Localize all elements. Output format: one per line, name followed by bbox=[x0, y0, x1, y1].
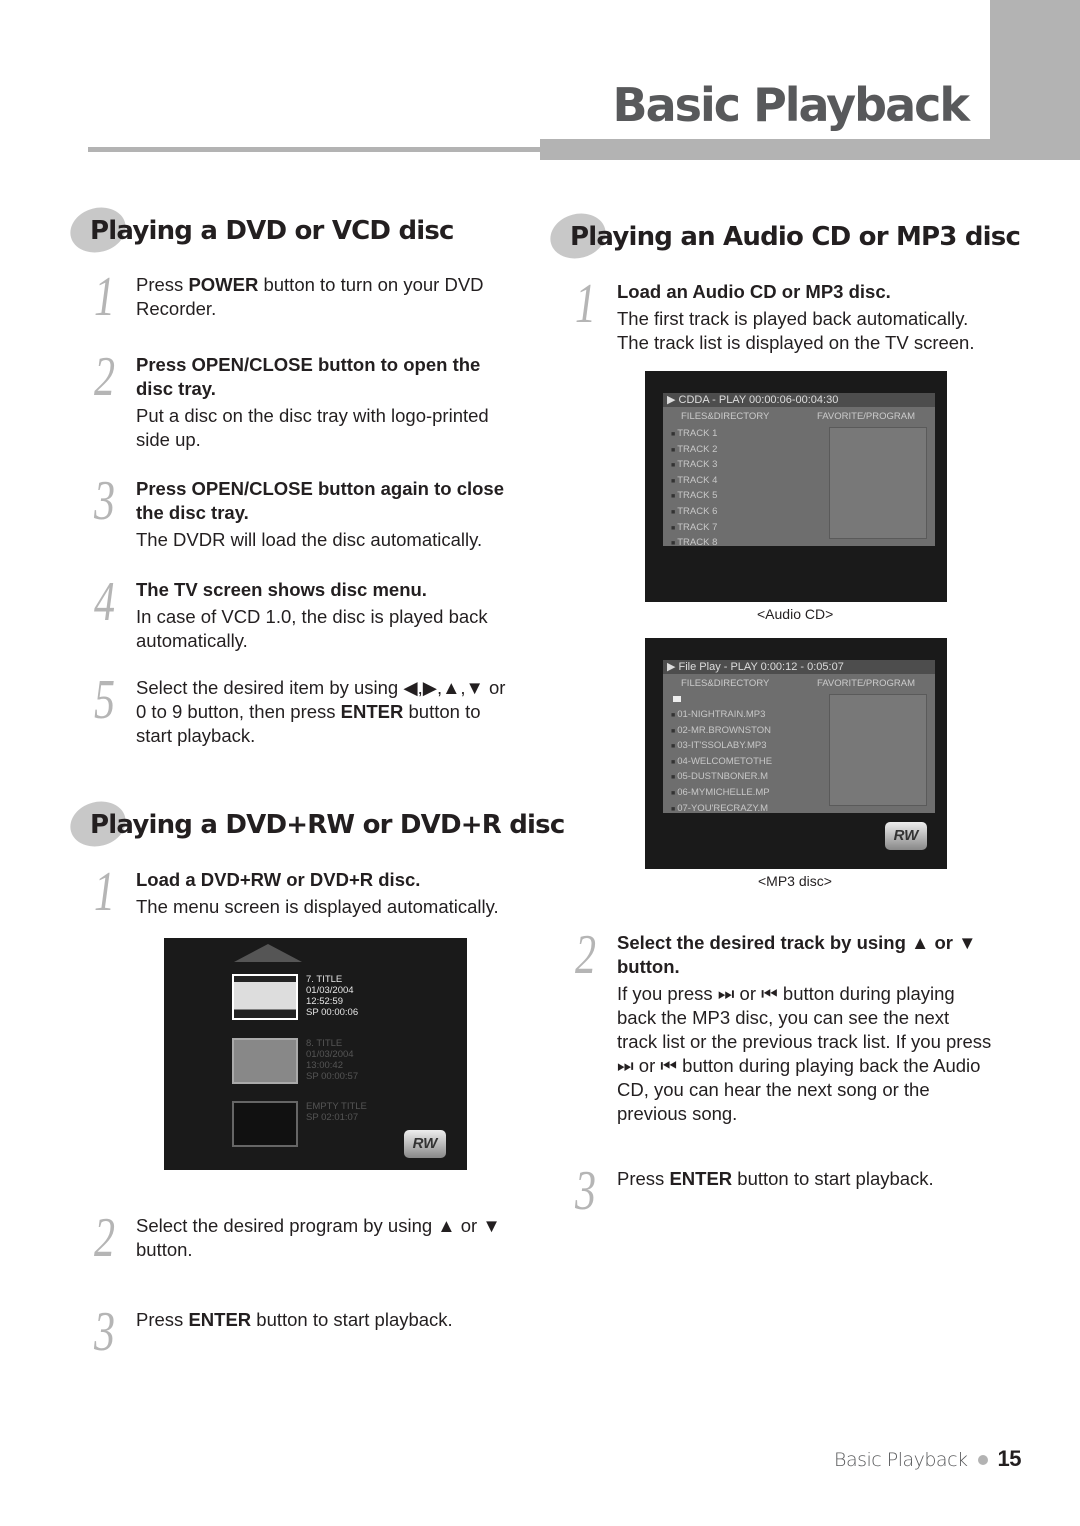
track-list-panel: ▶ CDDA - PLAY 00:00:06-00:04:30 FILES&DI… bbox=[663, 393, 935, 548]
rw-badge-icon: RW bbox=[885, 822, 927, 850]
title-thumbnail bbox=[232, 974, 298, 1020]
step-number: 5 bbox=[94, 669, 115, 731]
section-title-dvd-vcd: Playing a DVD or VCD disc bbox=[65, 201, 454, 259]
folder-icon bbox=[673, 696, 681, 702]
favorite-program-header: FAVORITE/PROGRAM bbox=[817, 678, 916, 689]
playback-status: ▶ File Play - PLAY 0:00:12 - 0:05:07 bbox=[663, 660, 935, 674]
step-audio-1: 1 Load an Audio CD or MP3 disc. The firs… bbox=[575, 273, 975, 353]
track-item: TRACK 6 bbox=[671, 505, 717, 521]
mp3-caption: <MP3 disc> bbox=[758, 873, 832, 889]
mp3-screenshot: ▶ File Play - PLAY 0:00:12 - 0:05:07 FIL… bbox=[645, 638, 947, 869]
title-info: 8. TITLE 01/03/2004 13:00:42 SP 00:00:57 bbox=[306, 1038, 359, 1082]
title-info: EMPTY TITLE SP 02:01:07 bbox=[306, 1101, 367, 1123]
step-number: 2 bbox=[575, 924, 596, 986]
track-item: 02-MR.BROWNSTON bbox=[671, 724, 772, 740]
rw-badge-icon: RW bbox=[404, 1130, 446, 1158]
track-item: 03-IT'SSOLABY.MP3 bbox=[671, 739, 772, 755]
files-directory-header: FILES&DIRECTORY bbox=[681, 678, 770, 689]
page-number: 15 bbox=[997, 1446, 1022, 1471]
track-item: 05-DUSTNBONER.M bbox=[671, 770, 772, 786]
up-arrow-icon bbox=[234, 944, 302, 962]
track-item: 07-YOU'RECRAZY.M bbox=[671, 802, 772, 818]
step-dvd-3: 3 Press OPEN/CLOSE button again to close… bbox=[94, 470, 505, 550]
track-item: TRACK 7 bbox=[671, 521, 717, 537]
favorite-program-header: FAVORITE/PROGRAM bbox=[817, 411, 916, 422]
step-number: 3 bbox=[94, 470, 115, 532]
step-number: 2 bbox=[94, 346, 115, 408]
step-number: 1 bbox=[94, 861, 115, 923]
playback-status: ▶ CDDA - PLAY 00:00:06-00:04:30 bbox=[663, 393, 935, 407]
track-item: 04-WELCOMETOTHE bbox=[671, 755, 772, 771]
track-item: 01-NIGHTRAIN.MP3 bbox=[671, 708, 772, 724]
track-item: TRACK 3 bbox=[671, 458, 717, 474]
step-dvd-1: 1 Press POWER button to turn on your DVD… bbox=[94, 266, 484, 328]
step-number: 3 bbox=[575, 1160, 596, 1222]
files-directory-header: FILES&DIRECTORY bbox=[681, 411, 770, 422]
audio-cd-caption: <Audio CD> bbox=[757, 606, 834, 622]
step-dvd-2: 2 Press OPEN/CLOSE button to open the di… bbox=[94, 346, 489, 450]
audio-cd-screenshot: ▶ CDDA - PLAY 00:00:06-00:04:30 FILES&DI… bbox=[645, 371, 947, 602]
page-footer: Basic Playback 15 bbox=[834, 1446, 1022, 1472]
step-rw-3: 3 Press ENTER button to start playback. bbox=[94, 1301, 453, 1363]
header-bar-lower bbox=[540, 139, 990, 160]
step-number: 1 bbox=[94, 266, 115, 328]
track-list: TRACK 1 TRACK 2 TRACK 3 TRACK 4 TRACK 5 … bbox=[671, 427, 717, 552]
track-item: TRACK 8 bbox=[671, 536, 717, 552]
program-panel bbox=[829, 694, 927, 806]
track-item: TRACK 5 bbox=[671, 489, 717, 505]
footer-section-label: Basic Playback bbox=[834, 1449, 968, 1471]
title-info: 7. TITLE 01/03/2004 12:52:59 SP 00:00:06 bbox=[306, 974, 359, 1018]
step-rw-1: 1 Load a DVD+RW or DVD+R disc. The menu … bbox=[94, 861, 499, 923]
section-title-audio-mp3: Playing an Audio CD or MP3 disc bbox=[545, 207, 1021, 265]
page-title: Basic Playback bbox=[612, 78, 970, 132]
track-item: TRACK 2 bbox=[671, 443, 717, 459]
header-bar bbox=[990, 0, 1080, 160]
track-list: 01-NIGHTRAIN.MP3 02-MR.BROWNSTON 03-IT'S… bbox=[671, 708, 772, 817]
footer-dot-icon bbox=[977, 1454, 988, 1465]
step-audio-3: 3 Press ENTER button to start playback. bbox=[575, 1160, 934, 1222]
track-item: TRACK 1 bbox=[671, 427, 717, 443]
step-dvd-4: 4 The TV screen shows disc menu. In case… bbox=[94, 571, 488, 651]
title-thumbnail bbox=[232, 1038, 298, 1084]
track-item: TRACK 4 bbox=[671, 474, 717, 490]
step-rw-2: 2 Select the desired program by using ▲ … bbox=[94, 1207, 501, 1269]
step-number: 2 bbox=[94, 1207, 115, 1269]
step-number: 4 bbox=[94, 571, 115, 633]
program-panel bbox=[829, 427, 927, 539]
section-title-dvd-rw: Playing a DVD+RW or DVD+R disc bbox=[65, 795, 565, 853]
step-number: 1 bbox=[575, 273, 596, 335]
header-rule bbox=[88, 147, 540, 152]
step-number: 3 bbox=[94, 1301, 115, 1363]
track-item: 06-MYMICHELLE.MP bbox=[671, 786, 772, 802]
track-list-panel: ▶ File Play - PLAY 0:00:12 - 0:05:07 FIL… bbox=[663, 660, 935, 814]
empty-title-thumbnail bbox=[232, 1101, 298, 1147]
step-dvd-5: 5 Select the desired item by using ◀,▶,▲… bbox=[94, 669, 506, 746]
dvd-rw-menu-screenshot: 7. TITLE 01/03/2004 12:52:59 SP 00:00:06… bbox=[164, 938, 467, 1170]
step-audio-2: 2 Select the desired track by using ▲ or… bbox=[575, 924, 992, 1124]
